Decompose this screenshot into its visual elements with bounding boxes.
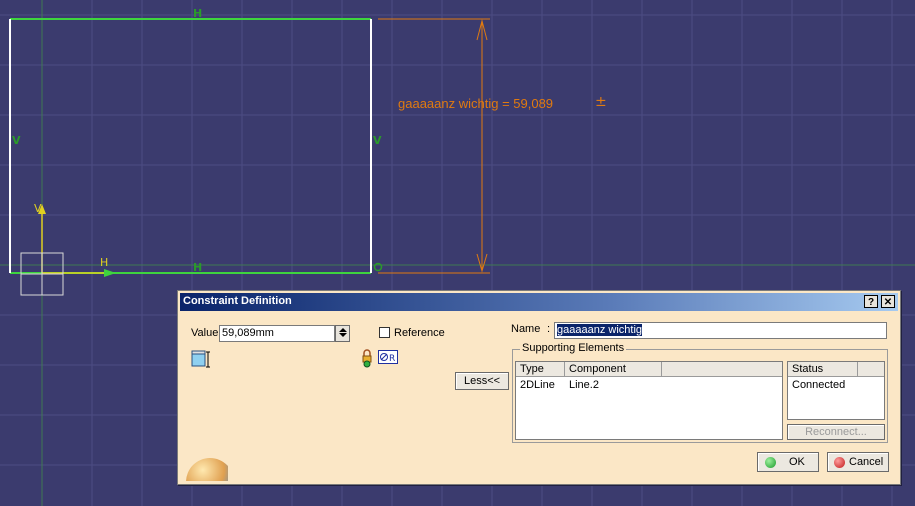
ok-button[interactable]: OK <box>757 452 819 472</box>
lock-icon[interactable] <box>360 348 374 368</box>
cancel-icon <box>834 457 845 468</box>
spin-down-icon[interactable] <box>338 333 347 337</box>
empty-column-header <box>662 362 782 377</box>
dimension-line[interactable] <box>378 18 490 274</box>
axis-h-label: H <box>100 256 109 269</box>
value-label: Value <box>191 327 219 339</box>
name-label: Name <box>511 323 541 335</box>
vertical-constraint-left: V <box>12 134 21 147</box>
sketch-rectangle[interactable] <box>9 18 372 274</box>
status-column-header[interactable]: Status <box>788 362 858 377</box>
dialog-title: Constraint Definition <box>183 295 292 307</box>
status-value: Connected <box>792 379 846 391</box>
reference-label: Reference <box>394 327 445 339</box>
status-empty-header <box>858 362 884 377</box>
axis-v-label: V <box>34 202 42 215</box>
vertical-constraint-right: V <box>373 134 382 147</box>
measure-direction-icon[interactable] <box>190 349 212 369</box>
close-button[interactable]: ✕ <box>881 295 895 308</box>
supporting-elements-list[interactable]: Type Component 2DLine Line.2 <box>515 361 783 440</box>
ok-icon <box>765 457 776 468</box>
value-spinner[interactable] <box>335 325 350 342</box>
less-button[interactable]: Less<< <box>455 372 509 390</box>
dialog-titlebar[interactable]: Constraint Definition ? ✕ <box>180 293 898 311</box>
ok-label: OK <box>789 456 805 468</box>
horizontal-constraint-bottom: H <box>193 261 203 274</box>
help-button[interactable]: ? <box>864 295 878 308</box>
sketch-axis[interactable] <box>20 204 116 296</box>
horizontal-constraint-top: H <box>193 7 203 20</box>
name-input[interactable]: gaaaaanz wichtig <box>554 322 887 339</box>
table-row[interactable]: 2DLine Line.2 <box>516 378 782 393</box>
reconnect-button[interactable]: Reconnect... <box>787 424 885 440</box>
spin-up-icon[interactable] <box>338 328 347 332</box>
reference-checkbox[interactable] <box>379 327 390 338</box>
globe-icon <box>180 452 228 481</box>
value-input[interactable]: 59,089mm <box>219 325 335 342</box>
name-colon: : <box>547 323 551 335</box>
svg-text:R: R <box>389 354 395 364</box>
row-component: Line.2 <box>569 379 599 391</box>
row-type: 2DLine <box>520 379 555 391</box>
name-input-selected-text: gaaaaanz wichtig <box>557 324 643 336</box>
status-list[interactable]: Status Connected <box>787 361 885 420</box>
dimension-value-label[interactable]: gaaaaanz wichtig = 59,089 <box>398 96 553 111</box>
cancel-button[interactable]: Cancel <box>827 452 889 472</box>
supporting-elements-title: Supporting Elements <box>520 342 627 354</box>
diameter-radius-icon[interactable]: R <box>378 350 398 364</box>
type-column-header[interactable]: Type <box>516 362 565 377</box>
cancel-label: Cancel <box>849 456 884 468</box>
component-column-header[interactable]: Component <box>565 362 662 377</box>
tolerance-icon: ± <box>595 94 607 110</box>
